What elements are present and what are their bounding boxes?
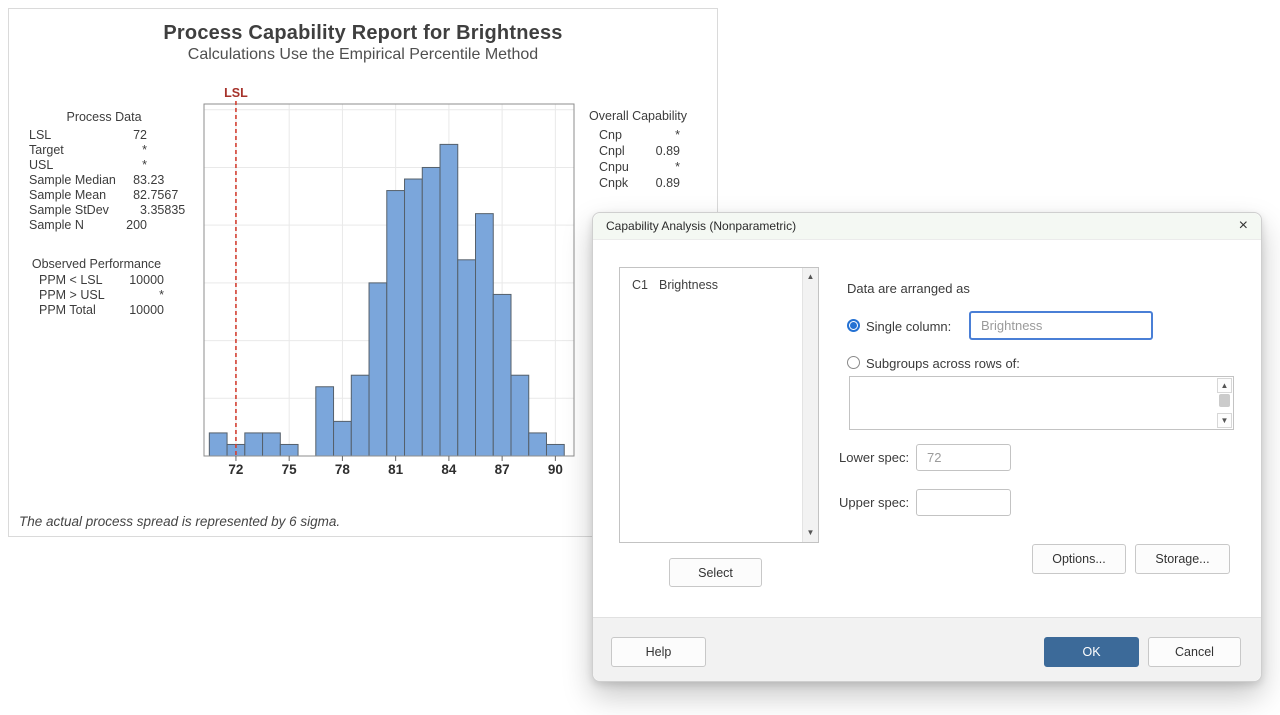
svg-text:75: 75 xyxy=(282,462,298,477)
oc-row: Cnpk0.89 xyxy=(588,175,688,191)
scroll-up-icon[interactable]: ▲ xyxy=(1217,378,1232,393)
capability-analysis-dialog: Capability Analysis (Nonparametric) × C1… xyxy=(592,212,1262,682)
ok-button[interactable]: OK xyxy=(1044,637,1139,667)
svg-text:90: 90 xyxy=(548,462,563,477)
close-icon[interactable]: × xyxy=(1239,218,1248,234)
subgroups-label[interactable]: Subgroups across rows of: xyxy=(866,356,1020,371)
subgroups-textarea[interactable]: ▲ ▼ xyxy=(849,376,1234,430)
lower-spec-input[interactable] xyxy=(916,444,1011,471)
lsl-reference-label: LSL xyxy=(224,86,248,100)
overall-capability-panel: Overall Capability Cnp*Cnpl0.89Cnpu*Cnpk… xyxy=(588,109,688,191)
dialog-titlebar[interactable]: Capability Analysis (Nonparametric) × xyxy=(593,213,1261,240)
op-row: PPM < LSL10000 xyxy=(29,273,164,288)
op-row: PPM > USL* xyxy=(29,288,164,303)
single-column-input[interactable] xyxy=(969,311,1153,340)
observed-performance-panel: Observed Performance PPM < LSL10000PPM >… xyxy=(29,257,164,318)
chart-title: Process Capability Report for Brightness xyxy=(9,22,717,45)
svg-text:81: 81 xyxy=(388,462,404,477)
pd-row: Sample StDev3.35835 xyxy=(29,203,179,218)
listbox-scrollbar[interactable]: ▲ ▼ xyxy=(802,268,818,542)
scrollbar-thumb[interactable] xyxy=(1219,394,1230,407)
arranged-label: Data are arranged as xyxy=(847,281,970,296)
svg-text:87: 87 xyxy=(495,462,510,477)
chart-subtitle: Calculations Use the Empirical Percentil… xyxy=(9,46,717,64)
chart-footnote: The actual process spread is represented… xyxy=(19,514,340,529)
scroll-down-icon[interactable]: ▼ xyxy=(1217,413,1232,428)
textarea-scrollbar[interactable]: ▲ ▼ xyxy=(1217,377,1233,429)
process-data-panel: Process Data LSL72Target*USL*Sample Medi… xyxy=(29,110,179,233)
svg-text:84: 84 xyxy=(441,462,457,477)
dialog-footer: Help OK Cancel xyxy=(593,617,1261,681)
pd-row: Target* xyxy=(29,143,179,158)
single-column-radio[interactable] xyxy=(847,319,860,332)
pd-row: LSL72 xyxy=(29,128,179,143)
oc-row: Cnpl0.89 xyxy=(588,143,688,159)
columns-listbox[interactable]: C1Brightness ▲ ▼ xyxy=(619,267,819,543)
pd-row: Sample N200 xyxy=(29,218,179,233)
scroll-up-icon[interactable]: ▲ xyxy=(803,269,818,285)
pd-row: Sample Median83.23 xyxy=(29,173,179,188)
storage-button[interactable]: Storage... xyxy=(1135,544,1230,574)
select-button[interactable]: Select xyxy=(669,558,762,587)
lower-spec-label: Lower spec: xyxy=(839,450,909,465)
op-row: PPM Total10000 xyxy=(29,303,164,318)
subgroups-radio[interactable] xyxy=(847,356,860,369)
oc-row: Cnpu* xyxy=(588,159,688,175)
dialog-title: Capability Analysis (Nonparametric) xyxy=(606,219,796,233)
upper-spec-input[interactable] xyxy=(916,489,1011,516)
options-button[interactable]: Options... xyxy=(1032,544,1126,574)
single-column-label[interactable]: Single column: xyxy=(866,319,951,334)
svg-text:72: 72 xyxy=(228,462,243,477)
process-data-title: Process Data xyxy=(29,110,179,125)
svg-text:78: 78 xyxy=(335,462,351,477)
overall-capability-title: Overall Capability xyxy=(588,109,688,124)
screen: 72 75 78 81 84 87 90 LSL Process Capability Rep… xyxy=(0,0,1280,715)
observed-performance-title: Observed Performance xyxy=(29,257,164,272)
pd-row: Sample Mean82.7567 xyxy=(29,188,179,203)
column-list-item[interactable]: C1Brightness xyxy=(620,268,818,292)
oc-row: Cnp* xyxy=(588,127,688,143)
scroll-down-icon[interactable]: ▼ xyxy=(803,525,818,541)
upper-spec-label: Upper spec: xyxy=(839,495,909,510)
cancel-button[interactable]: Cancel xyxy=(1148,637,1241,667)
help-button[interactable]: Help xyxy=(611,637,706,667)
pd-row: USL* xyxy=(29,158,179,173)
